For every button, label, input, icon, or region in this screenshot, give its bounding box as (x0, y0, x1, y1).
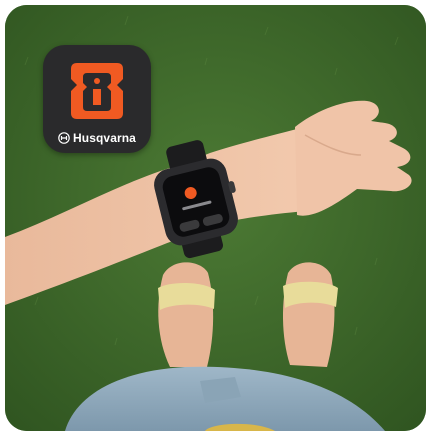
hero-image-frame: Husqvarna (5, 5, 426, 431)
left-foot (158, 262, 215, 367)
brand-label: Husqvarna (43, 131, 151, 145)
right-foot (282, 262, 338, 367)
husqvarna-crown-logo-icon (58, 132, 70, 144)
brand-name: Husqvarna (73, 131, 136, 145)
husqvarna-app-icon[interactable]: Husqvarna (43, 45, 151, 153)
automower-logo-icon (71, 63, 123, 119)
